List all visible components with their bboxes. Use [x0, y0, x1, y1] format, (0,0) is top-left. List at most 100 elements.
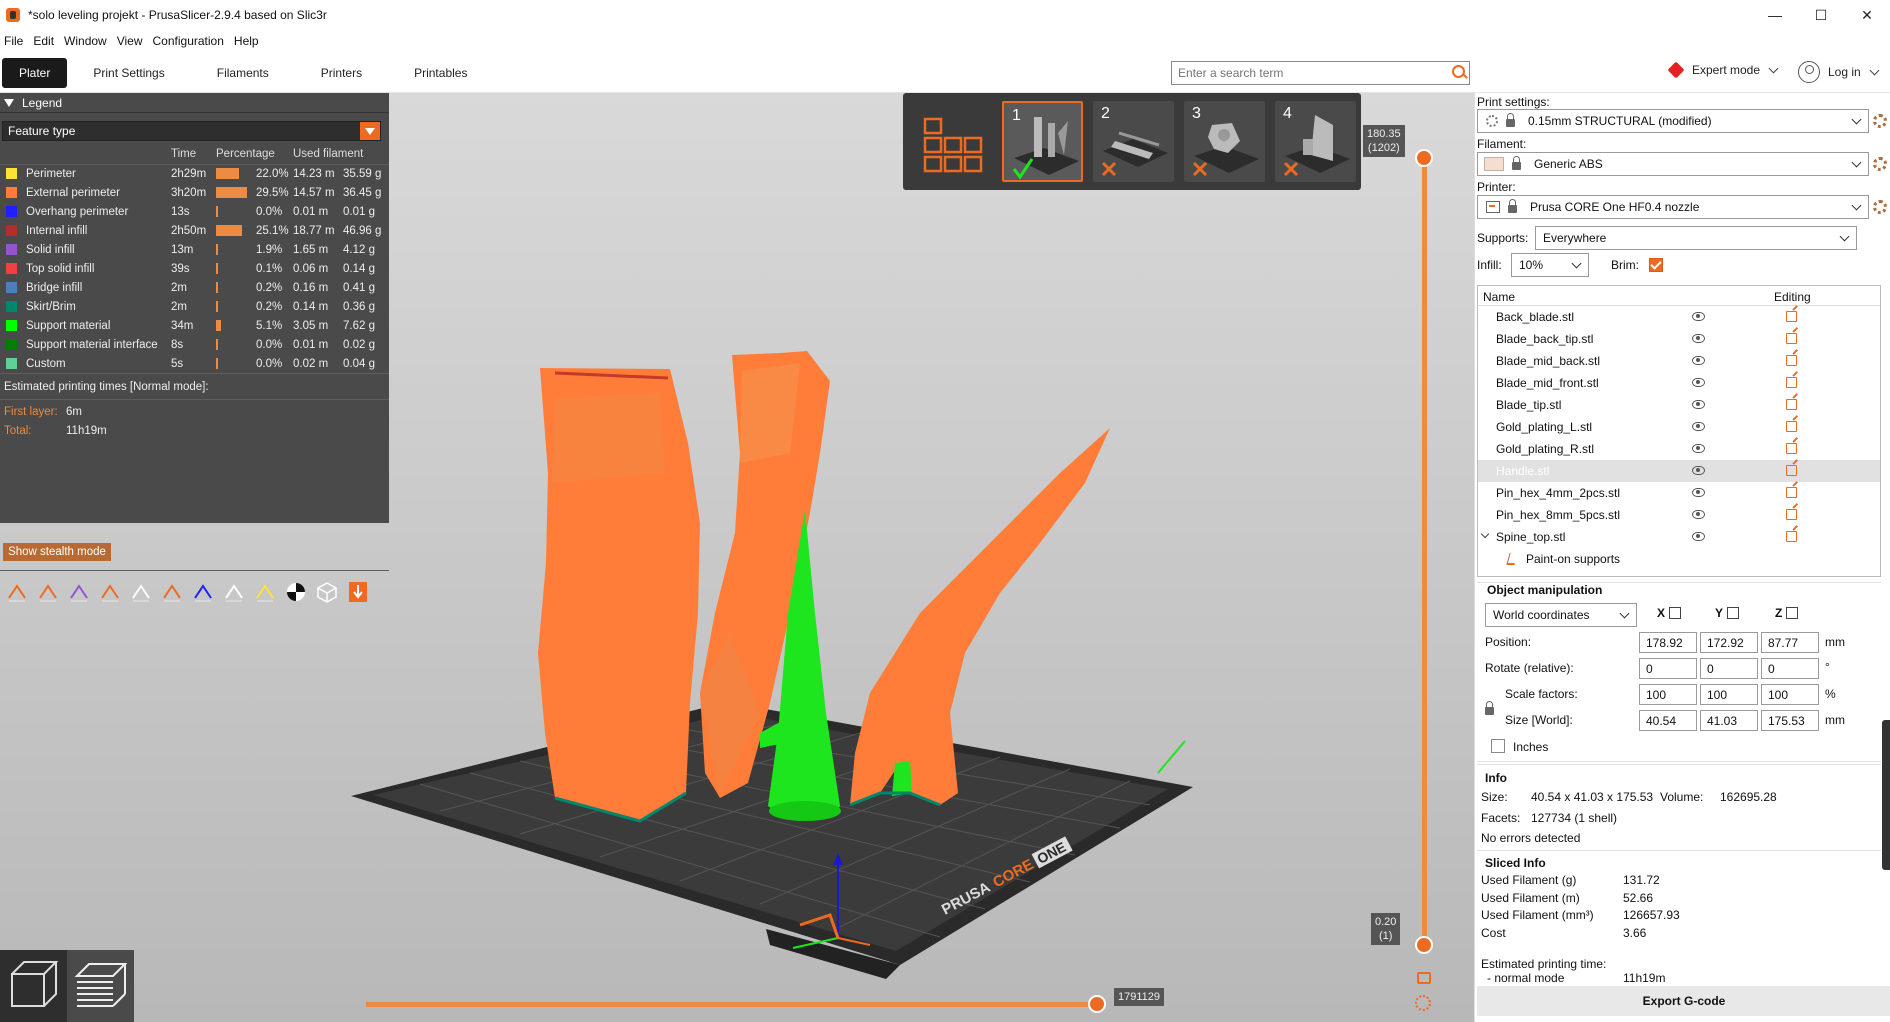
printer-combo[interactable]: Prusa CORE One HF0.4 nozzle: [1477, 195, 1869, 219]
menu-help[interactable]: Help: [232, 34, 267, 48]
expand-chevron-icon[interactable]: [1480, 529, 1490, 539]
move-slider-track[interactable]: [366, 1002, 1100, 1007]
size-x-input[interactable]: 40.54: [1639, 710, 1697, 731]
view-type-select[interactable]: Feature type: [2, 121, 381, 141]
legend-row[interactable]: Support material 34m 5.1% 3.05 m 7.62 g: [0, 317, 389, 336]
legend-row[interactable]: Overhang perimeter 13s 0.0% 0.01 m 0.01 g: [0, 203, 389, 222]
edit-icon[interactable]: [1786, 487, 1797, 498]
size-y-input[interactable]: 41.03: [1700, 710, 1758, 731]
edit-preset-icon[interactable]: [1873, 157, 1887, 171]
travel-icon[interactable]: [4, 580, 30, 604]
close-button[interactable]: ✕: [1844, 0, 1890, 30]
mode-selector[interactable]: Expert mode: [1667, 61, 1779, 79]
tab-printers[interactable]: Printers: [295, 58, 388, 88]
list-item[interactable]: Pin_hex_8mm_5pcs.stl: [1478, 504, 1880, 526]
layer-slider-track[interactable]: [1422, 150, 1427, 943]
plate-3-button[interactable]: 3: [1184, 101, 1265, 182]
edit-icon[interactable]: [1786, 421, 1797, 432]
list-item[interactable]: Blade_mid_front.stl: [1478, 372, 1880, 394]
search-input[interactable]: [1172, 63, 1449, 83]
center-of-gravity-icon[interactable]: [283, 580, 309, 604]
tool-marker-icon[interactable]: [345, 580, 371, 604]
3d-view-button[interactable]: [0, 950, 67, 1022]
legend-row[interactable]: Custom 5s 0.0% 0.02 m 0.04 g: [0, 355, 389, 374]
position-z-input[interactable]: 87.77: [1761, 632, 1819, 653]
menu-edit[interactable]: Edit: [31, 34, 62, 48]
seam-icon[interactable]: [128, 580, 154, 604]
filament-color-swatch[interactable]: [1484, 157, 1504, 171]
eye-icon[interactable]: [1692, 444, 1705, 453]
eye-icon[interactable]: [1692, 400, 1705, 409]
legend-row[interactable]: Perimeter 2h29m 22.0% 14.23 m 35.59 g: [0, 165, 389, 184]
print-settings-combo[interactable]: 0.15mm STRUCTURAL (modified): [1477, 109, 1869, 133]
menu-configuration[interactable]: Configuration: [151, 34, 232, 48]
plate-2-button[interactable]: 2: [1093, 101, 1174, 182]
edit-icon[interactable]: [1786, 355, 1797, 366]
eye-icon[interactable]: [1692, 334, 1705, 343]
coordinate-system-combo[interactable]: World coordinates: [1485, 603, 1637, 627]
bottom-layer-thumb[interactable]: [1415, 936, 1433, 954]
eye-icon[interactable]: [1692, 466, 1705, 475]
eye-icon[interactable]: [1692, 356, 1705, 365]
legend-row[interactable]: Solid infill 13m 1.9% 1.65 m 4.12 g: [0, 241, 389, 260]
filament-combo[interactable]: Generic ABS: [1477, 152, 1869, 176]
list-item[interactable]: Back_blade.stl: [1478, 306, 1880, 328]
login-button[interactable]: Log in: [1798, 61, 1880, 83]
scale-y-input[interactable]: 100: [1700, 684, 1758, 705]
color-change-icon[interactable]: [190, 580, 216, 604]
edit-icon[interactable]: [1786, 465, 1797, 476]
position-x-input[interactable]: 178.92: [1639, 632, 1697, 653]
eye-icon[interactable]: [1692, 422, 1705, 431]
list-item[interactable]: Blade_mid_back.stl: [1478, 350, 1880, 372]
pause-icon[interactable]: [221, 580, 247, 604]
list-item[interactable]: Blade_back_tip.stl: [1478, 328, 1880, 350]
edit-icon[interactable]: [1786, 311, 1797, 322]
list-item-paint-on-supports[interactable]: Paint-on supports: [1478, 548, 1880, 570]
legend-row[interactable]: Top solid infill 39s 0.1% 0.06 m 0.14 g: [0, 260, 389, 279]
legend-row[interactable]: External perimeter 3h20m 29.5% 14.57 m 36.45…: [0, 184, 389, 203]
legend-row[interactable]: Bridge infill 2m 0.2% 0.16 m 0.41 g: [0, 279, 389, 298]
eye-icon[interactable]: [1692, 532, 1705, 541]
tab-plater[interactable]: Plater: [2, 58, 68, 88]
eye-icon[interactable]: [1692, 312, 1705, 321]
rotate-z-input[interactable]: 0: [1761, 658, 1819, 679]
edit-icon[interactable]: [1786, 531, 1797, 542]
all-plates-button[interactable]: [911, 101, 992, 182]
settings-cog-icon[interactable]: [1415, 995, 1431, 1011]
size-z-input[interactable]: 175.53: [1761, 710, 1819, 731]
wipe-icon[interactable]: [35, 580, 61, 604]
eye-icon[interactable]: [1692, 510, 1705, 519]
inches-checkbox[interactable]: [1491, 739, 1505, 753]
eye-icon[interactable]: [1692, 378, 1705, 387]
edit-icon[interactable]: [1786, 443, 1797, 454]
menu-file[interactable]: File: [2, 34, 31, 48]
edit-icon[interactable]: [1786, 509, 1797, 520]
brim-checkbox[interactable]: [1649, 258, 1663, 272]
preview-view-button[interactable]: [67, 950, 134, 1022]
tool-change-icon[interactable]: [159, 580, 185, 604]
edit-preset-icon[interactable]: [1873, 200, 1887, 214]
edit-icon[interactable]: [1786, 333, 1797, 344]
plate-4-button[interactable]: 4: [1275, 101, 1356, 182]
list-item[interactable]: Spine_top.stl: [1478, 526, 1880, 548]
list-item[interactable]: Pin_hex_4mm_2pcs.stl: [1478, 482, 1880, 504]
top-layer-thumb[interactable]: [1415, 149, 1433, 167]
move-slider-thumb[interactable]: [1088, 995, 1106, 1013]
list-item[interactable]: Blade_tip.stl: [1478, 394, 1880, 416]
position-y-input[interactable]: 172.92: [1700, 632, 1758, 653]
menu-window[interactable]: Window: [62, 34, 115, 48]
infill-combo[interactable]: 10%: [1511, 253, 1589, 277]
minimize-button[interactable]: —: [1752, 0, 1798, 30]
search-icon[interactable]: [1449, 63, 1469, 83]
side-collapse-tab[interactable]: [1882, 720, 1890, 870]
legend-row[interactable]: Internal infill 2h50m 25.1% 18.77 m 46.96 g: [0, 222, 389, 241]
menu-view[interactable]: View: [115, 34, 151, 48]
export-gcode-button[interactable]: Export G-code: [1477, 986, 1890, 1016]
rotate-x-input[interactable]: 0: [1639, 658, 1697, 679]
maximize-button[interactable]: ☐: [1798, 0, 1844, 30]
deretraction-icon[interactable]: [97, 580, 123, 604]
tab-printables[interactable]: Printables: [388, 58, 493, 88]
legend-row[interactable]: Skirt/Brim 2m 0.2% 0.14 m 0.36 g: [0, 298, 389, 317]
shells-icon[interactable]: [314, 580, 340, 604]
supports-combo[interactable]: Everywhere: [1535, 226, 1857, 250]
